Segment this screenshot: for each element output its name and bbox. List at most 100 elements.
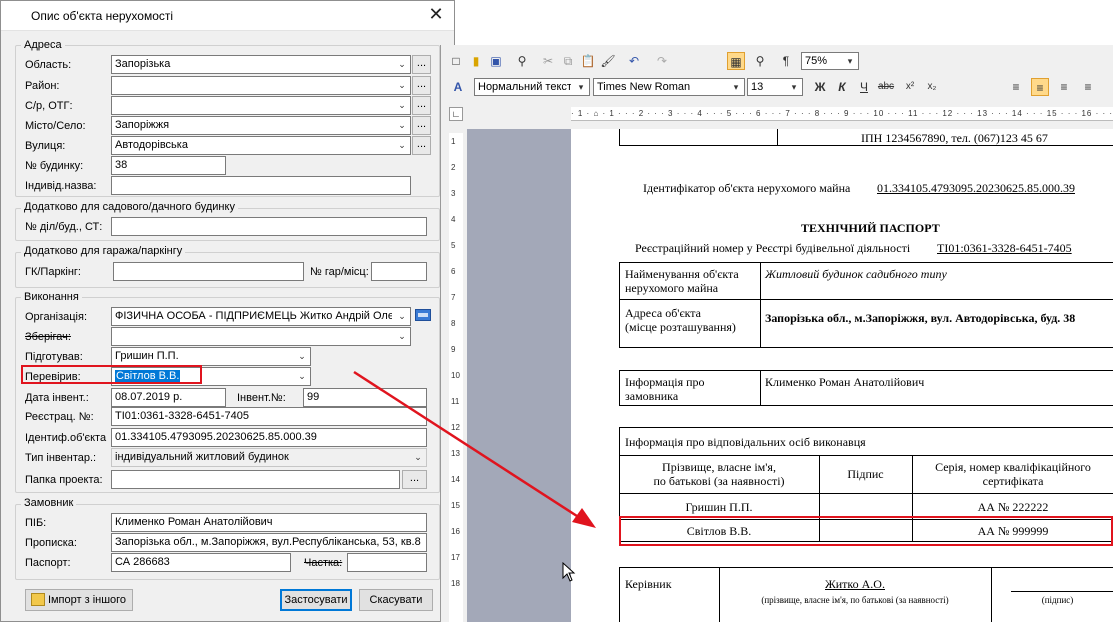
document-editor: □ ▮ ▣ ⚲ ✂ ⧉ 📋 🖌 ↶ ↷ ▦ ⚲ ¶ 75% ▾ A Нормал…: [440, 45, 1113, 622]
misto-select[interactable]: Запоріжжя ⌄: [111, 116, 411, 135]
oblast-label: Область:: [25, 59, 72, 71]
strikethrough-icon[interactable]: abc: [877, 78, 895, 96]
open-folder-icon[interactable]: ▮: [467, 52, 485, 70]
superscript-icon[interactable]: x²: [901, 78, 919, 96]
garage-num-label: № гар/місц:: [310, 266, 369, 278]
cancel-button[interactable]: Скасувати: [359, 589, 433, 611]
org-value: ФІЗИЧНА ОСОБА - ПІДПРИЄМЕЦЬ Житко Андрій…: [115, 310, 392, 322]
redo-icon[interactable]: ↷: [653, 52, 671, 70]
align-left-icon[interactable]: ≡: [1007, 78, 1025, 96]
find-icon[interactable]: ⚲: [751, 52, 769, 70]
standard-toolbar: □ ▮ ▣ ⚲ ✂ ⧉ 📋 🖌 ↶ ↷ ▦ ⚲ ¶ 75% ▾: [441, 49, 1113, 74]
pidhotuvav-select[interactable]: Гришин П.П. ⌄: [111, 347, 311, 366]
styles-icon[interactable]: A: [449, 78, 467, 96]
garden-label: № діл/буд., СТ:: [25, 221, 103, 233]
misto-label: Місто/Село:: [25, 120, 86, 132]
garden-input[interactable]: [111, 217, 427, 236]
chevron-down-icon: ⌄: [394, 137, 410, 154]
size-select[interactable]: 13 ▾: [747, 78, 803, 96]
apply-button[interactable]: Застосувати: [280, 589, 352, 611]
typ-select[interactable]: індивідуальний житловий будинок ⌄: [111, 448, 427, 467]
pilcrow-icon[interactable]: ¶: [777, 52, 795, 70]
subscript-icon[interactable]: x₂: [923, 78, 941, 96]
card-icon[interactable]: [415, 309, 431, 321]
papka-input[interactable]: [111, 470, 400, 489]
oblast-value: Запорізька: [115, 58, 171, 70]
copy-icon[interactable]: ⧉: [559, 52, 577, 70]
underline-icon[interactable]: Ч: [855, 78, 873, 96]
sr-browse-button[interactable]: ...: [412, 96, 431, 115]
print-preview-icon[interactable]: ⚲: [513, 52, 531, 70]
chevron-down-icon: ⌄: [394, 56, 410, 73]
oblast-select[interactable]: Запорізька ⌄: [111, 55, 411, 74]
chevron-down-icon: ⌄: [394, 117, 410, 134]
chastka-label: Частка:: [304, 557, 343, 569]
zoom-select[interactable]: 75% ▾: [801, 52, 859, 70]
nazva-input[interactable]: [111, 176, 411, 195]
style-select[interactable]: Нормальний текст ▾: [474, 78, 590, 96]
rayon-browse-button[interactable]: ...: [412, 76, 431, 95]
garden-group-title: Додатково для садового/дачного будинку: [21, 201, 238, 213]
invent-num-input[interactable]: 99: [303, 388, 427, 407]
data-invent-input[interactable]: 08.07.2019 р.: [111, 388, 226, 407]
horizontal-ruler[interactable]: · 1 · ⌂ · 1 · · · 2 · · · 3 · · · 4 · · …: [571, 107, 1113, 121]
italic-icon[interactable]: К: [833, 78, 851, 96]
reg-value: ТІ01:0361-3328-6451-7405: [937, 241, 1072, 255]
t2-label: Інформація про замовника: [625, 375, 705, 403]
undo-icon[interactable]: ↶: [625, 52, 643, 70]
zberihach-select[interactable]: ⌄: [111, 327, 411, 346]
invent-num-label: Інвент.№:: [237, 392, 286, 404]
vulytsia-browse-button[interactable]: ...: [412, 136, 431, 155]
chevron-down-icon: ⌄: [410, 449, 426, 466]
vertical-ruler[interactable]: 1 2 3 4 5 6 7 8 9 10 11 12 13 14 15 16 17 18: [449, 133, 463, 622]
vruler-tick: 16: [451, 527, 460, 536]
format-painter-icon[interactable]: 🖌: [599, 52, 617, 70]
size-value: 13: [751, 81, 764, 93]
align-justify-icon[interactable]: ≡: [1079, 78, 1097, 96]
sr-select[interactable]: ⌄: [111, 96, 411, 115]
insert-table-icon[interactable]: ▦: [727, 52, 745, 70]
misto-browse-button[interactable]: ...: [412, 116, 431, 135]
pib-input[interactable]: Клименко Роман Анатолійович: [111, 513, 427, 532]
chevron-down-icon: ⌄: [394, 328, 410, 345]
vulytsia-value: Автодорівська: [115, 139, 188, 151]
ident-label: Ідентиф.об'єкта: [25, 432, 107, 444]
oblast-browse-button[interactable]: ...: [412, 55, 431, 74]
font-select[interactable]: Times New Roman ▾: [593, 78, 745, 96]
header-line: ІПН 1234567890, тел. (067)123 45 67: [861, 131, 1048, 145]
dialog-titlebar: Опис об'єкта нерухомості ✕: [1, 1, 454, 31]
bold-icon[interactable]: Ж: [811, 78, 829, 96]
vruler-tick: 14: [451, 475, 460, 484]
sr-label: С/р, ОТГ:: [25, 100, 73, 112]
passport-title: ТЕХНІЧНИЙ ПАСПОРТ: [801, 221, 940, 235]
ident-input[interactable]: 01.334105.4793095.20230625.85.000.39: [111, 428, 427, 447]
close-icon[interactable]: ✕: [426, 4, 446, 25]
chastka-input[interactable]: [347, 553, 427, 572]
papka-browse-button[interactable]: ...: [402, 470, 427, 489]
pasport-input[interactable]: СА 286683: [111, 553, 291, 572]
vruler-tick: 12: [451, 423, 460, 432]
budynok-input[interactable]: 38: [111, 156, 226, 175]
gk-input[interactable]: [113, 262, 304, 281]
import-button[interactable]: Імпорт з іншого: [25, 589, 133, 611]
pib-label: ПІБ:: [25, 517, 47, 529]
save-icon[interactable]: ▣: [487, 52, 505, 70]
org-label: Організація:: [25, 311, 87, 323]
paste-icon[interactable]: 📋: [579, 52, 597, 70]
propyska-input[interactable]: Запорізька обл., м.Запоріжжя, вул.Респуб…: [111, 533, 427, 552]
typ-value: індивідуальний житловий будинок: [115, 451, 289, 463]
tab-stop-icon[interactable]: ∟: [449, 107, 463, 121]
new-document-icon[interactable]: □: [447, 52, 465, 70]
garage-num-input[interactable]: [371, 262, 427, 281]
rayon-select[interactable]: ⌄: [111, 76, 411, 95]
chevron-down-icon: ▾: [728, 79, 744, 95]
align-center-icon[interactable]: ≡: [1031, 78, 1049, 96]
rayon-label: Район:: [25, 80, 60, 92]
reestr-input[interactable]: ТІ01:0361-3328-6451-7405: [111, 407, 427, 426]
chevron-down-icon: ⌄: [394, 77, 410, 94]
document-page[interactable]: ІПН 1234567890, тел. (067)123 45 67 Іден…: [571, 129, 1113, 622]
cut-icon[interactable]: ✂: [539, 52, 557, 70]
align-right-icon[interactable]: ≡: [1055, 78, 1073, 96]
vulytsia-select[interactable]: Автодорівська ⌄: [111, 136, 411, 155]
org-select[interactable]: ФІЗИЧНА ОСОБА - ПІДПРИЄМЕЦЬ Житко Андрій…: [111, 307, 411, 326]
